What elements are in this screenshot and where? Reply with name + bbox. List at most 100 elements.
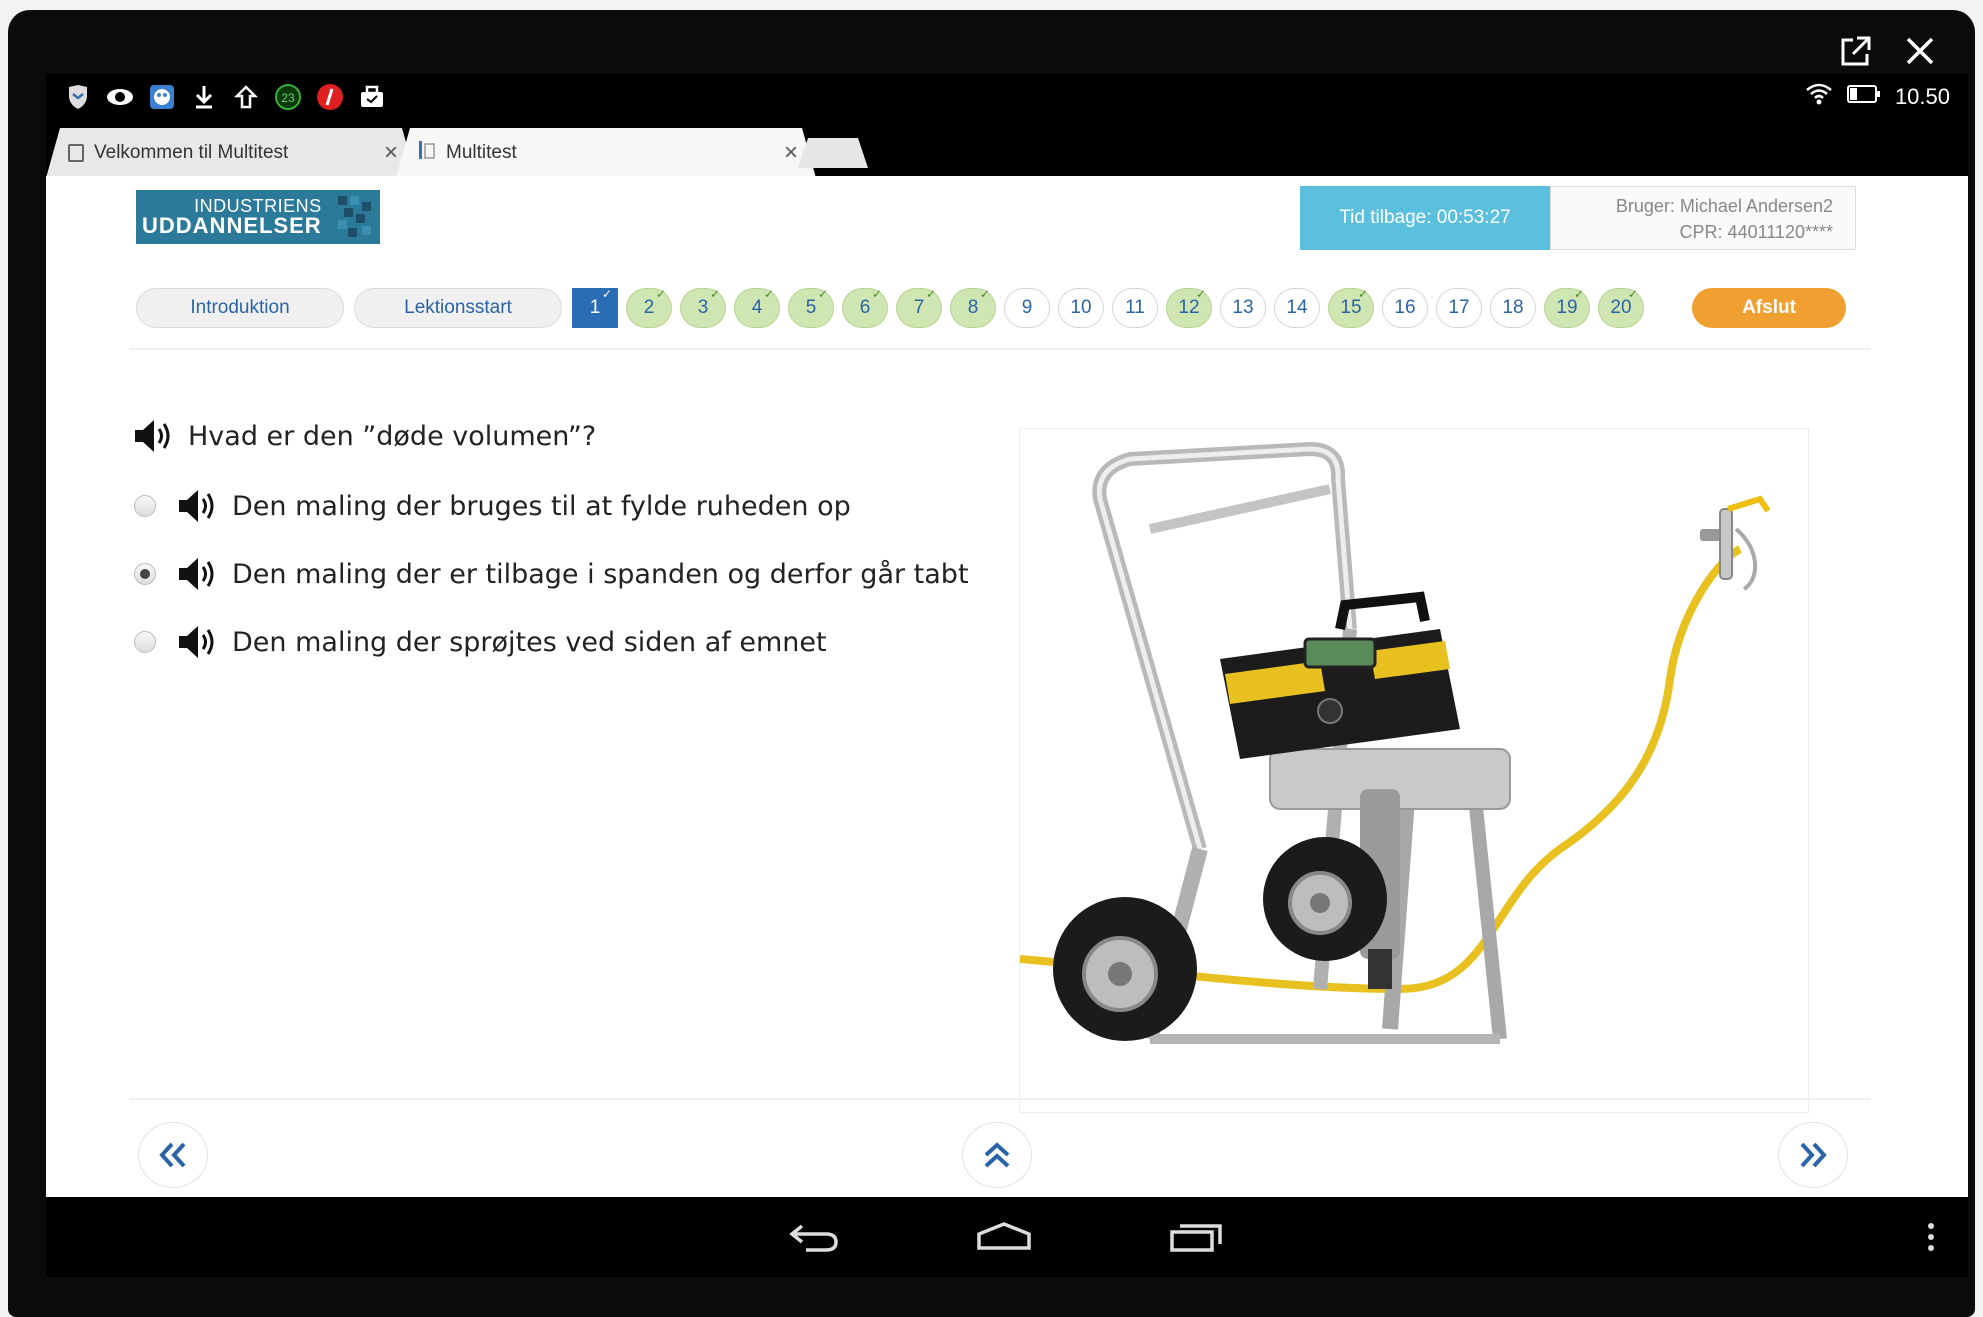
option-text: Den maling der bruges til at fylde ruhed… (232, 490, 851, 522)
mascot-icon (148, 83, 176, 111)
answered-check-icon: ✓ (1195, 287, 1206, 301)
answer-option-1[interactable]: Den maling der bruges til at fylde ruhed… (134, 486, 851, 526)
logo-pixels-icon (338, 196, 371, 237)
question-number: 6 (859, 297, 871, 318)
question-number-button[interactable]: 19 ✓ (1544, 287, 1590, 328)
eye-icon (106, 83, 134, 111)
question-number-button[interactable]: 7 ✓ (896, 287, 942, 328)
question-number: 2 (643, 297, 655, 318)
question-number-button[interactable]: 10 (1058, 288, 1104, 328)
question-number-button[interactable]: 6 ✓ (842, 287, 888, 328)
window-controls (1835, 30, 1941, 72)
browser-tab-strip: Velkommen til Multitest × Multitest × (46, 120, 1968, 176)
scroll-top-button[interactable] (962, 1122, 1032, 1188)
time-remaining: Tid tilbage: 00:53:27 (1300, 186, 1550, 250)
question-number-button[interactable]: 8 ✓ (950, 287, 996, 328)
question-number-button[interactable]: 2 ✓ (626, 287, 672, 328)
tab-title: Velkommen til Multitest (94, 142, 289, 163)
question-number-button[interactable]: 3 ✓ (680, 287, 726, 328)
option-text: Den maling der er tilbage i spanden og d… (232, 558, 969, 590)
red-l-icon (316, 83, 344, 111)
answered-check-icon: ✓ (763, 287, 774, 301)
answered-check-icon: ✓ (817, 287, 828, 301)
lesson-start-button[interactable]: Lektionsstart (354, 288, 562, 328)
question-text: Hvad er den ”døde volumen”? (188, 420, 597, 452)
question-number-button[interactable]: 20 ✓ (1598, 287, 1644, 328)
upload-icon (232, 83, 260, 111)
question-number: 11 (1125, 297, 1145, 318)
tab-title: Multitest (446, 142, 517, 163)
answer-option-2[interactable]: Den maling der er tilbage i spanden og d… (134, 554, 969, 594)
close-icon[interactable] (1899, 30, 1941, 72)
question-number-button[interactable]: 16 (1382, 288, 1428, 328)
question-number-button[interactable]: 1 ✓ (572, 287, 618, 328)
double-chevron-right-icon (1800, 1142, 1827, 1168)
recents-icon[interactable] (1164, 1215, 1228, 1259)
speaker-icon[interactable] (132, 416, 176, 456)
android-nav-bar (46, 1197, 1968, 1277)
answered-check-icon: ✓ (871, 287, 882, 301)
user-cpr: CPR: 44011120**** (1679, 222, 1833, 242)
divider (130, 1098, 1870, 1100)
close-icon[interactable]: × (384, 139, 398, 167)
question-number-button[interactable]: 18 (1490, 288, 1536, 328)
wifi-icon (1805, 82, 1833, 112)
radio-button-selected[interactable] (134, 563, 156, 585)
question-number-button[interactable]: 5 ✓ (788, 287, 834, 328)
option-text: Den maling der sprøjtes ved siden af emn… (232, 626, 827, 658)
radio-button[interactable] (134, 495, 156, 517)
user-name: Bruger: Michael Andersen2 (1615, 196, 1833, 216)
introduction-button[interactable]: Introduktion (136, 288, 344, 328)
question-number: 3 (697, 297, 709, 318)
home-icon[interactable] (972, 1215, 1036, 1259)
new-tab-button[interactable] (798, 138, 868, 168)
answered-check-icon: ✓ (655, 287, 666, 301)
answered-check-icon: ✓ (709, 287, 720, 301)
question-number-button[interactable]: 4 ✓ (734, 287, 780, 328)
speaker-icon[interactable] (176, 486, 220, 526)
wheel (1053, 897, 1197, 1041)
notification-count-icon: 23 (274, 83, 302, 111)
page-icon (68, 144, 84, 162)
finish-button[interactable]: Afslut (1692, 288, 1846, 328)
question-number: 9 (1021, 297, 1033, 318)
speaker-icon[interactable] (176, 622, 220, 662)
shield-icon (64, 83, 92, 111)
next-button[interactable] (1778, 1122, 1848, 1188)
notification-icons: 23 (64, 83, 386, 111)
close-icon[interactable]: × (784, 139, 798, 167)
battery-icon (1846, 84, 1881, 110)
question-number: 5 (805, 297, 817, 318)
tab-welcome[interactable]: Velkommen til Multitest × (46, 128, 416, 178)
radio-button[interactable] (134, 631, 156, 653)
question-number-button[interactable]: 14 (1274, 288, 1320, 328)
favicon-icon (418, 140, 436, 166)
question-number: 1 (589, 297, 601, 318)
question-number: 4 (751, 297, 763, 318)
question-number-button[interactable]: 11 (1112, 288, 1158, 328)
tab-multitest[interactable]: Multitest × (396, 128, 816, 178)
question-number: 8 (967, 297, 979, 318)
status-right: 10.50 (1805, 82, 1950, 112)
back-icon[interactable] (782, 1215, 846, 1259)
question-number: 10 (1070, 297, 1092, 318)
svg-text:23: 23 (281, 91, 295, 105)
popout-icon[interactable] (1835, 30, 1877, 72)
divider (130, 348, 1870, 350)
question-number-button[interactable]: 17 (1436, 288, 1482, 328)
question-number-button[interactable]: 13 (1220, 288, 1266, 328)
tablet-screen: 23 10.50 Velkommen til Multitest × Multi… (46, 74, 1968, 1277)
question-number-button[interactable]: 15 ✓ (1328, 287, 1374, 328)
test-page: INDUSTRIENS UDDANNELSER Tid tilbage: 00:… (46, 176, 1968, 1197)
answered-check-icon: ✓ (1357, 287, 1368, 301)
answer-option-3[interactable]: Den maling der sprøjtes ved siden af emn… (134, 622, 827, 662)
download-icon (190, 83, 218, 111)
question-number-button[interactable]: 12 ✓ (1166, 287, 1212, 328)
question-number: 14 (1286, 297, 1308, 318)
menu-dots-icon[interactable] (1916, 1215, 1946, 1259)
speaker-icon[interactable] (176, 554, 220, 594)
previous-button[interactable] (138, 1122, 208, 1188)
question-number: 18 (1502, 297, 1524, 318)
question-number-button[interactable]: 9 (1004, 288, 1050, 328)
answered-check-icon: ✓ (925, 287, 936, 301)
